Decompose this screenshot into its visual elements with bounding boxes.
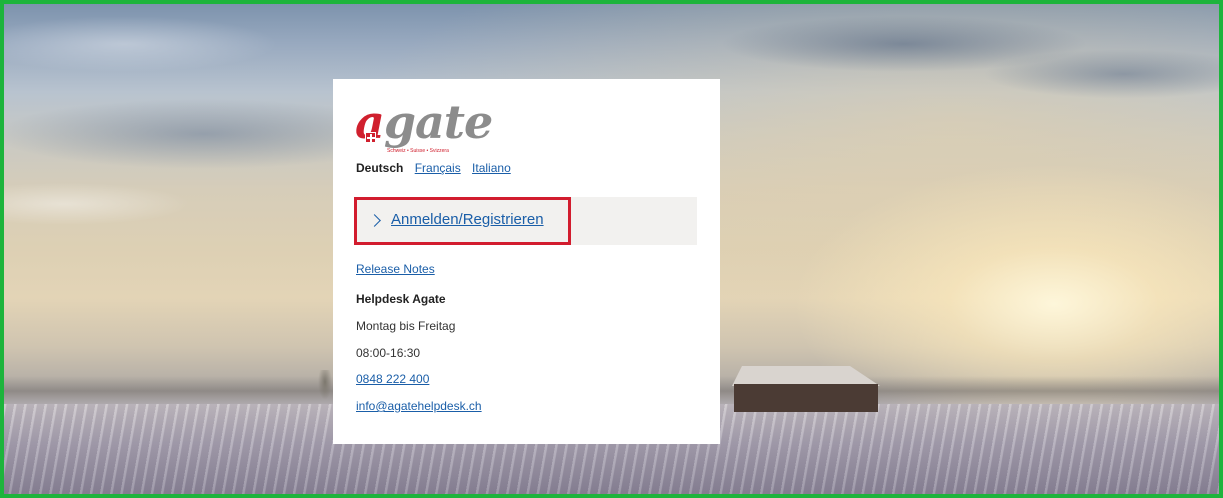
language-switcher: Deutsch Français Italiano — [356, 161, 519, 175]
background-barn — [732, 366, 880, 412]
helpdesk-hours: 08:00-16:30 — [356, 346, 421, 360]
helpdesk-phone-link[interactable]: 0848 222 400 — [356, 372, 429, 386]
login-card: agate Schweiz • Suisse • Svizzera Deutsc… — [333, 79, 720, 444]
agate-logo: agate Schweiz • Suisse • Svizzera — [355, 99, 515, 161]
language-francais-link[interactable]: Français — [415, 161, 461, 175]
login-row: Anmelden/Registrieren — [354, 197, 697, 245]
login-register-link[interactable]: Anmelden/Registrieren — [368, 211, 544, 228]
release-notes-link[interactable]: Release Notes — [356, 262, 435, 276]
helpdesk-days: Montag bis Freitag — [356, 319, 456, 333]
barn-wall — [734, 384, 878, 412]
chevron-right-icon — [368, 213, 381, 227]
background-tree — [318, 370, 332, 400]
login-register-label: Anmelden/Registrieren — [391, 211, 544, 228]
logo-letters-gate: gate — [383, 95, 493, 149]
language-deutsch: Deutsch — [356, 161, 404, 175]
screenshot-frame: agate Schweiz • Suisse • Svizzera Deutsc… — [0, 0, 1223, 498]
barn-roof — [732, 366, 880, 386]
language-italiano-link[interactable]: Italiano — [472, 161, 511, 175]
logo-tagline: Schweiz • Suisse • Svizzera — [387, 148, 449, 154]
helpdesk-title: Helpdesk Agate — [356, 292, 446, 306]
swiss-cross-icon — [365, 132, 376, 143]
helpdesk-email-link[interactable]: info@agatehelpdesk.ch — [356, 399, 482, 413]
